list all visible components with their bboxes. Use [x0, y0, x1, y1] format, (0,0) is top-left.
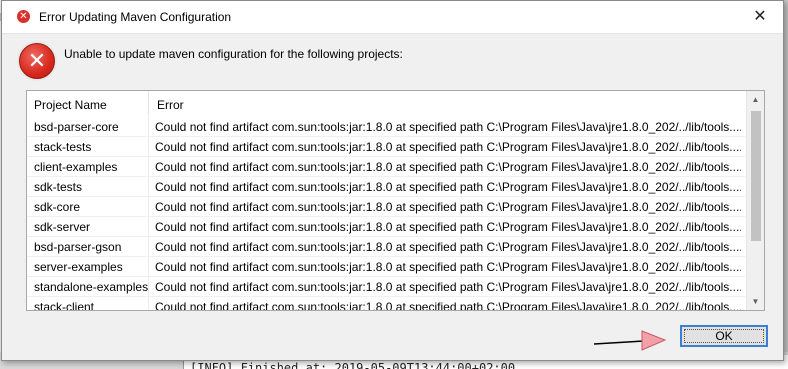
project-name-cell: sdk-server: [34, 220, 91, 234]
project-name-cell: standalone-examples: [34, 280, 149, 294]
column-divider[interactable]: [148, 91, 149, 116]
focus-ring: [684, 329, 764, 343]
error-cell: Could not find artifact com.sun:tools:ja…: [155, 260, 741, 274]
error-cell: Could not find artifact com.sun:tools:ja…: [155, 140, 741, 154]
column-header-error[interactable]: Error: [157, 98, 184, 112]
table-row[interactable]: standalone-examples Could not find artif…: [27, 277, 745, 297]
error-dialog: ✕ Error Updating Maven Configuration ✕ ✕…: [1, 0, 784, 361]
project-name-cell: stack-client: [34, 300, 95, 311]
error-cell: Could not find artifact com.sun:tools:ja…: [155, 240, 741, 254]
cell-divider: [148, 157, 149, 176]
table-row[interactable]: bsd-parser-gson Could not find artifact …: [27, 237, 745, 257]
error-cell: Could not find artifact com.sun:tools:ja…: [155, 180, 741, 194]
error-cell: Could not find artifact com.sun:tools:ja…: [155, 160, 741, 174]
cell-divider: [148, 217, 149, 236]
table-header: Project Name Error: [27, 91, 745, 116]
column-header-project-name[interactable]: Project Name: [34, 98, 107, 112]
projects-error-table[interactable]: Project Name Error bsd-parser-core Could…: [26, 90, 765, 311]
project-name-cell: sdk-core: [34, 200, 81, 214]
table-row[interactable]: sdk-core Could not find artifact com.sun…: [27, 197, 745, 217]
cell-divider: [148, 257, 149, 276]
error-message: Unable to update maven configuration for…: [64, 47, 403, 61]
error-cell: Could not find artifact com.sun:tools:ja…: [155, 300, 741, 311]
error-cell: Could not find artifact com.sun:tools:ja…: [155, 120, 741, 134]
project-name-cell: client-examples: [34, 160, 118, 174]
project-name-cell: stack-tests: [34, 140, 92, 154]
scroll-down-arrow-icon[interactable]: ▼: [747, 293, 764, 310]
table-row[interactable]: server-examples Could not find artifact …: [27, 257, 745, 277]
project-name-cell: sdk-tests: [34, 180, 83, 194]
project-name-cell: bsd-parser-core: [34, 120, 119, 134]
error-cell: Could not find artifact com.sun:tools:ja…: [155, 200, 741, 214]
cell-divider: [148, 177, 149, 196]
console-line: [INFO] Finished at: 2019-05-09T13:44:00+…: [190, 361, 516, 369]
cell-divider: [148, 137, 149, 156]
cell-divider: [148, 117, 149, 136]
project-name-cell: bsd-parser-gson: [34, 240, 122, 254]
pointer-arrow-icon: [593, 330, 667, 351]
table-body: bsd-parser-core Could not find artifact …: [27, 117, 745, 311]
cell-divider: [148, 277, 149, 296]
close-button[interactable]: ✕: [737, 1, 783, 32]
scrollbar-thumb[interactable]: [751, 111, 761, 241]
table-row[interactable]: client-examples Could not find artifact …: [27, 157, 745, 177]
cell-divider: [148, 237, 149, 256]
table-row[interactable]: bsd-parser-core Could not find artifact …: [27, 117, 745, 137]
scroll-up-arrow-icon[interactable]: ▲: [747, 91, 764, 108]
vertical-scrollbar[interactable]: ▲ ▼: [746, 91, 764, 310]
table-row[interactable]: stack-tests Could not find artifact com.…: [27, 137, 745, 157]
dialog-titlebar[interactable]: ✕ Error Updating Maven Configuration ✕: [2, 1, 783, 34]
cell-divider: [148, 297, 149, 310]
cell-divider: [148, 197, 149, 216]
error-cell: Could not find artifact com.sun:tools:ja…: [155, 220, 741, 234]
error-icon: ✕: [17, 10, 30, 23]
table-row[interactable]: sdk-tests Could not find artifact com.su…: [27, 177, 745, 197]
table-row[interactable]: sdk-server Could not find artifact com.s…: [27, 217, 745, 237]
error-cell: Could not find artifact com.sun:tools:ja…: [155, 280, 741, 294]
ok-button[interactable]: OK: [680, 325, 768, 347]
error-icon: ✕: [19, 43, 55, 79]
project-name-cell: server-examples: [34, 260, 123, 274]
dialog-title: Error Updating Maven Configuration: [39, 10, 232, 24]
table-row[interactable]: stack-client Could not find artifact com…: [27, 297, 745, 311]
